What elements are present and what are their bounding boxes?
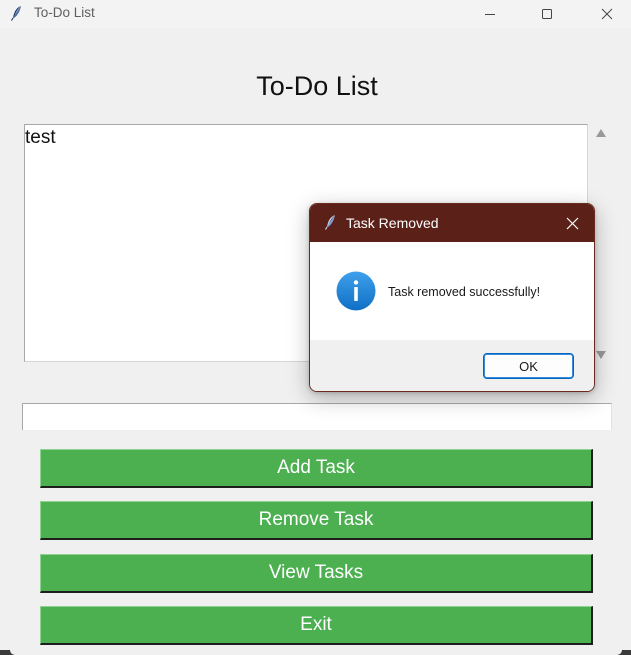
task-input[interactable] [22, 403, 612, 430]
maximize-button[interactable] [524, 0, 570, 28]
window-bottom-fill [10, 650, 622, 655]
feather-icon [10, 6, 21, 21]
remove-task-button[interactable]: Remove Task [40, 501, 593, 540]
dialog-message: Task removed successfully! [388, 285, 541, 299]
window-title: To-Do List [34, 5, 95, 20]
dialog-body: Task removed successfully! [310, 242, 594, 340]
dialog-title: Task Removed [346, 215, 439, 231]
scroll-down-arrow-icon[interactable] [596, 351, 606, 359]
dialog-close-button[interactable] [558, 210, 586, 236]
close-button[interactable] [584, 0, 630, 28]
add-task-button[interactable]: Add Task [40, 449, 593, 488]
info-icon [336, 271, 376, 311]
window-titlebar[interactable]: To-Do List [0, 0, 631, 28]
close-icon [601, 8, 613, 20]
ok-button[interactable]: OK [483, 353, 574, 379]
exit-button[interactable]: Exit [40, 606, 593, 645]
feather-icon [324, 215, 335, 230]
minimize-icon [485, 14, 495, 15]
dialog-titlebar[interactable]: Task Removed [310, 204, 594, 242]
close-icon [566, 217, 578, 229]
dialog-footer: OK [310, 340, 594, 391]
page-title: To-Do List [256, 71, 378, 101]
maximize-icon [542, 9, 552, 19]
list-item[interactable]: test [25, 127, 56, 149]
view-tasks-button[interactable]: View Tasks [40, 554, 593, 593]
task-removed-dialog: Task Removed Task removed successfully! … [309, 203, 595, 392]
minimize-button[interactable] [467, 0, 513, 28]
scroll-up-arrow-icon[interactable] [596, 129, 606, 137]
todo-window: To-Do List To-Do List test Add Task Remo… [0, 0, 631, 655]
